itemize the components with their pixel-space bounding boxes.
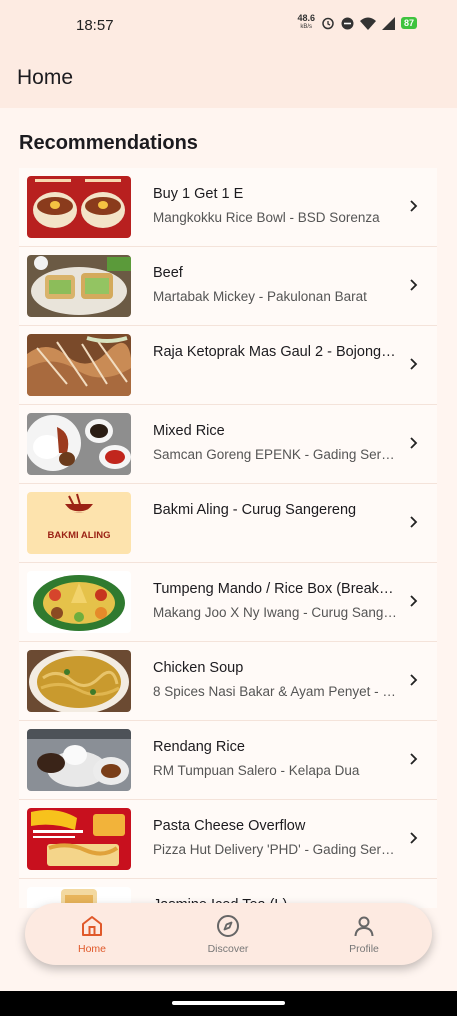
recommendations-list[interactable]: Buy 1 Get 1 E Mangkokku Rice Bowl - BSD …: [19, 168, 437, 908]
alarm-icon: [322, 17, 334, 30]
nav-discover[interactable]: Discover: [178, 903, 278, 965]
item-title: Mixed Rice: [153, 423, 225, 439]
item-subtitle: RM Tumpuan Salero - Kelapa Dua: [153, 763, 360, 778]
bakmi-aling-logo: BAKMI ALING: [27, 492, 131, 554]
net-speed-indicator: 48.6 kB/s: [297, 14, 315, 32]
item-subtitle: Pizza Hut Delivery 'PHD' - Gading Serpon…: [153, 842, 397, 857]
chevron-right-icon: [410, 674, 418, 686]
status-time: 18:57: [76, 17, 114, 34]
item-subtitle: Martabak Mickey - Pakulonan Barat: [153, 289, 367, 304]
recommendations-heading: Recommendations: [19, 132, 198, 154]
chevron-right-icon: [410, 753, 418, 765]
person-icon: [354, 916, 374, 937]
item-subtitle: Mangkokku Rice Bowl - BSD Sorenza: [153, 210, 380, 225]
home-gesture-handle[interactable]: [172, 1001, 285, 1005]
home-icon: [82, 916, 102, 936]
signal-icon: [381, 16, 395, 30]
chevron-right-icon: [410, 358, 418, 370]
net-speed-unit: kB/s: [300, 24, 313, 30]
list-item[interactable]: Buy 1 Get 1 E Mangkokku Rice Bowl - BSD …: [19, 168, 437, 247]
item-title: Bakmi Aling - Curug Sangereng: [153, 502, 357, 518]
status-bar: 18:57 48.6 kB/s 87: [0, 0, 457, 52]
item-thumbnail: [27, 334, 131, 396]
item-thumbnail: [27, 729, 131, 791]
chevron-right-icon: [410, 595, 418, 607]
chevron-right-icon: [410, 832, 418, 844]
svg-text:BAKMI ALING: BAKMI ALING: [48, 530, 111, 541]
nav-home[interactable]: Home: [42, 903, 142, 965]
do-not-disturb-icon: [341, 17, 354, 29]
item-title: Buy 1 Get 1 E: [153, 186, 244, 202]
item-thumbnail: [27, 255, 131, 317]
app-bar: Home: [0, 52, 457, 108]
item-thumbnail: [27, 413, 131, 475]
list-item[interactable]: Pasta Cheese Overflow Pizza Hut Delivery…: [19, 800, 437, 879]
page-title: Home: [17, 66, 74, 89]
list-item[interactable]: Mixed Rice Samcan Goreng EPENK - Gading …: [19, 405, 437, 484]
item-title: Rendang Rice: [153, 739, 245, 755]
item-title: Beef: [153, 265, 183, 281]
item-subtitle: Makang Joo X Ny Iwang - Curug Sangereng: [153, 605, 397, 620]
list-item[interactable]: Chicken Soup 8 Spices Nasi Bakar & Ayam …: [19, 642, 437, 721]
item-title: Chicken Soup: [153, 660, 244, 676]
list-item[interactable]: Rendang Rice RM Tumpuan Salero - Kelapa …: [19, 721, 437, 800]
compass-icon: [217, 915, 239, 937]
system-navigation-bar: [0, 991, 457, 1016]
item-title: Tumpeng Mando / Rice Box (Breakfast): [153, 581, 397, 597]
item-thumbnail: BAKMI ALING: [27, 492, 131, 554]
net-speed-value: 48.6: [297, 13, 315, 23]
list-item[interactable]: Beef Martabak Mickey - Pakulonan Barat: [19, 247, 437, 326]
item-thumbnail: [27, 176, 131, 238]
list-item[interactable]: BAKMI ALING Bakmi Aling - Curug Sangeren…: [19, 484, 437, 563]
status-icons: 48.6 kB/s 87: [297, 14, 417, 32]
bottom-navigation: Home Discover Profile: [25, 903, 432, 965]
item-title: Raja Ketoprak Mas Gaul 2 - Bojong Nangka: [153, 344, 397, 360]
list-item[interactable]: Tumpeng Mando / Rice Box (Breakfast) Mak…: [19, 563, 437, 642]
nav-profile-label: Profile: [349, 943, 379, 955]
item-thumbnail: [27, 571, 131, 633]
list-item[interactable]: Raja Ketoprak Mas Gaul 2 - Bojong Nangka: [19, 326, 437, 405]
chevron-right-icon: [410, 516, 418, 528]
item-thumbnail: [27, 808, 131, 870]
item-subtitle: Samcan Goreng EPENK - Gading Serpong: [153, 447, 397, 462]
wifi-icon: [359, 17, 376, 30]
item-subtitle: 8 Spices Nasi Bakar & Ayam Penyet - Kela…: [153, 684, 397, 699]
battery-indicator: 87: [400, 17, 417, 29]
chevron-right-icon: [410, 200, 418, 212]
item-thumbnail: [27, 650, 131, 712]
nav-home-label: Home: [77, 943, 106, 955]
chevron-right-icon: [410, 279, 418, 291]
nav-profile[interactable]: Profile: [314, 903, 414, 965]
nav-discover-label: Discover: [207, 943, 249, 955]
item-title: Pasta Cheese Overflow: [153, 818, 306, 834]
chevron-right-icon: [410, 437, 418, 449]
